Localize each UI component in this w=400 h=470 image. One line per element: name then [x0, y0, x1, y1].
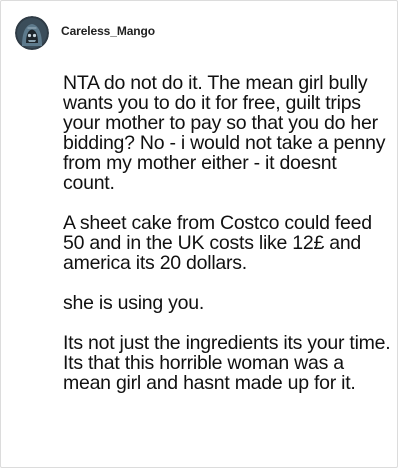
- hooded-character-avatar-icon: [15, 16, 49, 50]
- comment-header: Careless_Mango: [15, 15, 155, 51]
- comment-paragraph: A sheet cake from Costco could feed 50 a…: [63, 212, 372, 274]
- comment-paragraph: she is using you.: [63, 292, 205, 314]
- avatar[interactable]: [15, 16, 49, 50]
- comment-card: Careless_Mango NTA do not do it. The mea…: [0, 0, 398, 468]
- comment-paragraph: Its not just the ingredients its your ti…: [63, 332, 391, 394]
- username[interactable]: Careless_Mango: [61, 24, 155, 38]
- comment-body: NTA do not do it. The mean girl bully wa…: [63, 73, 393, 393]
- comment-paragraph: NTA do not do it. The mean girl bully wa…: [63, 72, 386, 194]
